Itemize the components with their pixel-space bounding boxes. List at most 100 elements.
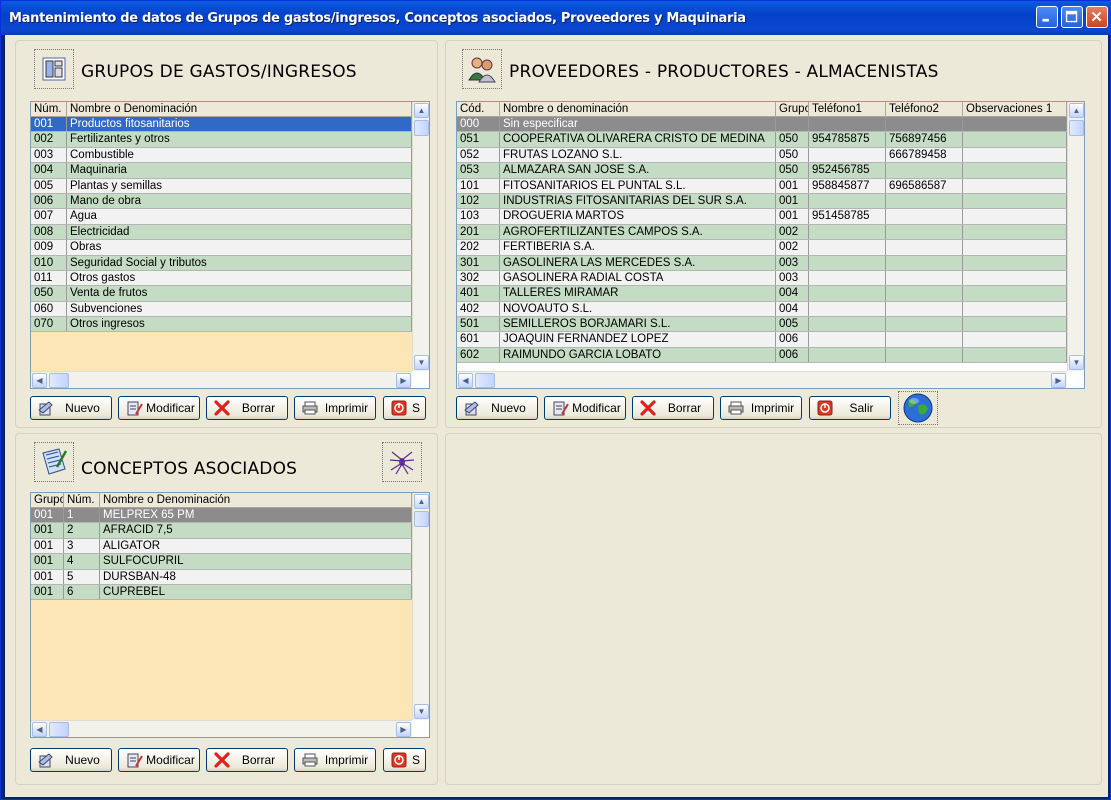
scroll-down-icon[interactable]: ▼ bbox=[414, 355, 429, 370]
column-header[interactable]: Teléfono2 bbox=[886, 102, 963, 116]
table-row[interactable]: 010 Seguridad Social y tributos bbox=[31, 255, 412, 271]
concepts-hscroll[interactable]: ◀ ▶ bbox=[31, 720, 412, 737]
groups-print-button[interactable]: Imprimir bbox=[294, 396, 376, 420]
table-row[interactable]: 001 3 ALIGATOR bbox=[31, 538, 412, 555]
scroll-down-icon[interactable]: ▼ bbox=[1069, 355, 1084, 370]
table-row[interactable]: 011 Otros gastos bbox=[31, 270, 412, 287]
table-row[interactable]: 401 TALLERES MIRAMAR 004 bbox=[457, 286, 1067, 302]
suppliers-hscroll[interactable]: ◀ ▶ bbox=[457, 371, 1067, 388]
concepts-new-button[interactable]: Nuevo bbox=[30, 748, 112, 772]
concepts-print-button[interactable]: Imprimir bbox=[294, 748, 376, 772]
table-cell: Subvenciones bbox=[67, 301, 412, 317]
minimize-button[interactable] bbox=[1036, 6, 1058, 28]
table-row[interactable]: 050 Venta de frutos bbox=[31, 286, 412, 302]
scroll-up-icon[interactable]: ▲ bbox=[414, 103, 429, 118]
concepts-delete-button[interactable]: Borrar bbox=[206, 748, 288, 772]
scroll-down-icon[interactable]: ▼ bbox=[414, 704, 429, 719]
suppliers-new-button[interactable]: Nuevo bbox=[456, 396, 538, 420]
groups-icon-box[interactable] bbox=[34, 49, 74, 89]
scroll-up-icon[interactable]: ▲ bbox=[414, 494, 429, 509]
close-button[interactable] bbox=[1086, 6, 1108, 28]
table-row[interactable]: 051 COOPERATIVA OLIVARERA CRISTO DE MEDIN… bbox=[457, 132, 1067, 148]
table-row[interactable]: 002 Fertilizantes y otros bbox=[31, 132, 412, 148]
table-row[interactable]: 201 AGROFERTILIZANTES CAMPOS S.A. 002 bbox=[457, 224, 1067, 241]
table-row[interactable]: 601 JOAQUIN FERNANDEZ LOPEZ 006 bbox=[457, 332, 1067, 348]
scroll-right-icon[interactable]: ▶ bbox=[396, 722, 411, 737]
suppliers-delete-button[interactable]: Borrar bbox=[632, 396, 714, 420]
table-row[interactable]: 005 Plantas y semillas bbox=[31, 178, 412, 194]
concepts-vscroll[interactable]: ▲ ▼ bbox=[412, 493, 429, 720]
scroll-right-icon[interactable]: ▶ bbox=[396, 373, 411, 388]
table-row[interactable]: 602 RAIMUNDO GARCIA LOBATO 006 bbox=[457, 347, 1067, 364]
table-row[interactable]: 052 FRUTAS LOZANO S.L. 050 666789458 bbox=[457, 147, 1067, 164]
scroll-up-icon[interactable]: ▲ bbox=[1069, 103, 1084, 118]
table-row[interactable]: 000 Sin especificar bbox=[457, 117, 1067, 133]
groups-hscroll[interactable]: ◀ ▶ bbox=[31, 371, 412, 388]
table-row[interactable]: 003 Combustible bbox=[31, 147, 412, 164]
concepts-exit-button[interactable]: S bbox=[383, 748, 426, 772]
table-row[interactable]: 301 GASOLINERA LAS MERCEDES S.A. 003 bbox=[457, 255, 1067, 271]
scroll-thumb[interactable] bbox=[475, 373, 495, 388]
column-header[interactable]: Teléfono1 bbox=[809, 102, 886, 116]
column-header[interactable]: Grupo bbox=[776, 102, 809, 116]
table-row[interactable]: 103 DROGUERIA MARTOS 001 951458785 bbox=[457, 209, 1067, 225]
concepts-edit-button[interactable]: Modificar bbox=[118, 748, 200, 772]
table-row[interactable]: 402 NOVOAUTO S.L. 004 bbox=[457, 301, 1067, 318]
suppliers-icon-box[interactable] bbox=[462, 49, 502, 89]
column-header[interactable]: Nombre o Denominación bbox=[100, 493, 412, 507]
scroll-left-icon[interactable]: ◀ bbox=[458, 373, 473, 388]
spider-button[interactable] bbox=[382, 442, 422, 482]
groups-grid[interactable]: Núm. Nombre o Denominación 001 Productos fi… bbox=[30, 101, 430, 389]
suppliers-edit-button[interactable]: Modificar bbox=[544, 396, 626, 420]
scroll-thumb[interactable] bbox=[49, 373, 69, 388]
column-header[interactable]: Núm. bbox=[31, 102, 67, 116]
table-row[interactable]: 004 Maquinaria bbox=[31, 163, 412, 179]
maximize-button[interactable] bbox=[1061, 6, 1083, 28]
groups-vscroll[interactable]: ▲ ▼ bbox=[412, 102, 429, 371]
suppliers-vscroll[interactable]: ▲ ▼ bbox=[1067, 102, 1084, 371]
table-row[interactable]: 070 Otros ingresos bbox=[31, 317, 412, 333]
table-row[interactable]: 009 Obras bbox=[31, 240, 412, 256]
table-row[interactable]: 053 ALMAZARA SAN JOSE S.A. 050 952456785 bbox=[457, 163, 1067, 179]
table-row[interactable]: 102 INDUSTRIAS FITOSANITARIAS DEL SUR S.A… bbox=[457, 193, 1067, 210]
table-row[interactable]: 001 4 SULFOCUPRIL bbox=[31, 554, 412, 570]
groups-new-button[interactable]: Nuevo bbox=[30, 396, 112, 420]
suppliers-print-button[interactable]: Imprimir bbox=[720, 396, 802, 420]
scroll-thumb[interactable] bbox=[1069, 120, 1084, 136]
column-header[interactable]: Nombre o Denominación bbox=[67, 102, 412, 116]
column-header[interactable]: Grupo bbox=[31, 493, 64, 507]
scroll-thumb[interactable] bbox=[414, 120, 429, 136]
column-header[interactable]: Nombre o denominación bbox=[500, 102, 776, 116]
table-row[interactable]: 001 5 DURSBAN-48 bbox=[31, 569, 412, 585]
column-header[interactable]: Observaciones 1 bbox=[963, 102, 1067, 116]
table-row[interactable]: 202 FERTIBERIA S.A. 002 bbox=[457, 240, 1067, 256]
table-row[interactable]: 001 Productos fitosanitarios bbox=[31, 117, 412, 133]
groups-exit-button[interactable]: S bbox=[383, 396, 426, 420]
table-row[interactable]: 501 SEMILLEROS BORJAMARI S.L. 005 bbox=[457, 317, 1067, 333]
table-row[interactable]: 001 2 AFRACID 7,5 bbox=[31, 523, 412, 539]
table-cell: FITOSANITARIOS EL PUNTAL S.L. bbox=[500, 178, 776, 193]
table-row[interactable]: 008 Electricidad bbox=[31, 224, 412, 241]
table-row[interactable]: 302 GASOLINERA RADIAL COSTA 003 bbox=[457, 270, 1067, 287]
table-cell bbox=[809, 317, 886, 332]
concepts-icon-box[interactable] bbox=[34, 442, 74, 482]
groups-delete-button[interactable]: Borrar bbox=[206, 396, 288, 420]
table-row[interactable]: 101 FITOSANITARIOS EL PUNTAL S.L. 001 95884… bbox=[457, 178, 1067, 194]
scroll-thumb[interactable] bbox=[414, 511, 429, 527]
globe-button[interactable] bbox=[898, 391, 938, 425]
table-row[interactable]: 060 Subvenciones bbox=[31, 301, 412, 318]
scroll-thumb[interactable] bbox=[49, 722, 69, 737]
column-header[interactable]: Núm. bbox=[64, 493, 100, 507]
table-row[interactable]: 001 1 MELPREX 65 PM bbox=[31, 508, 412, 524]
concepts-grid[interactable]: Grupo Núm. Nombre o Denominación 001 1 MELPRE… bbox=[30, 492, 430, 738]
suppliers-grid[interactable]: Cód. Nombre o denominación Grupo Teléfono1 T… bbox=[456, 101, 1085, 389]
scroll-left-icon[interactable]: ◀ bbox=[32, 373, 47, 388]
scroll-left-icon[interactable]: ◀ bbox=[32, 722, 47, 737]
table-row[interactable]: 001 6 CUPREBEL bbox=[31, 584, 412, 601]
suppliers-exit-button[interactable]: Salir bbox=[809, 396, 891, 420]
table-row[interactable]: 006 Mano de obra bbox=[31, 193, 412, 210]
scroll-right-icon[interactable]: ▶ bbox=[1051, 373, 1066, 388]
groups-edit-button[interactable]: Modificar bbox=[118, 396, 200, 420]
column-header[interactable]: Cód. bbox=[457, 102, 500, 116]
table-row[interactable]: 007 Agua bbox=[31, 209, 412, 225]
